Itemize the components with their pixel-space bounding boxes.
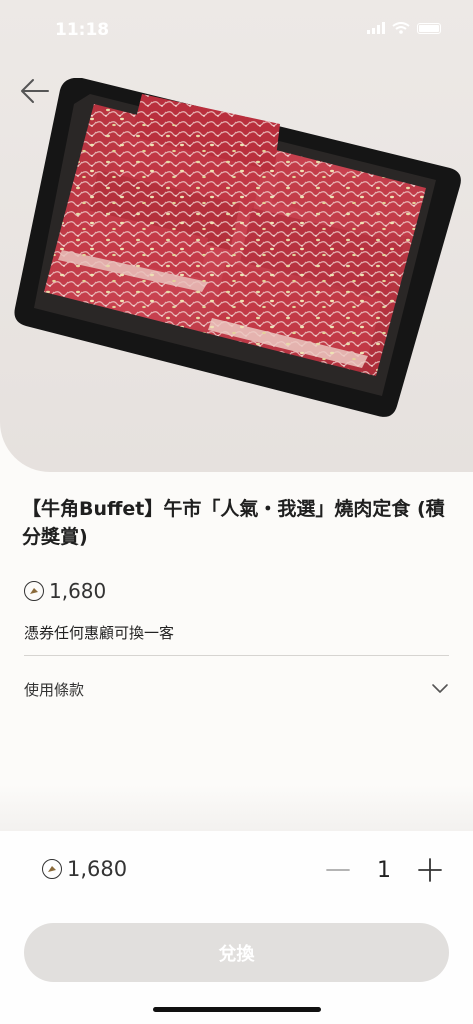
bottom-panel: 1,680 1 兌換: [0, 831, 473, 1024]
product-description: 憑券任何惠顧可換一客: [24, 624, 175, 642]
chevron-down-icon: [432, 684, 448, 693]
product-price-row: 1,680: [24, 579, 106, 603]
divider: [24, 655, 449, 656]
cellular-signal-icon: [367, 22, 385, 34]
redeem-button[interactable]: 兌換: [24, 923, 449, 982]
wifi-icon: [392, 22, 410, 34]
battery-icon: [417, 22, 441, 34]
home-indicator: [153, 1007, 321, 1012]
scroll-fade: [0, 785, 473, 831]
increase-quantity-button[interactable]: [415, 855, 445, 885]
terms-expander[interactable]: 使用條款: [24, 668, 449, 710]
decrease-quantity-button[interactable]: [323, 855, 353, 885]
total-price-row: 1,680: [42, 857, 127, 881]
minus-icon: [326, 869, 350, 871]
status-time: 11:18: [55, 20, 110, 40]
total-price: 1,680: [67, 857, 128, 881]
quantity-stepper: 1: [323, 855, 445, 885]
product-title: 【牛角Buffet】午市「人氣・我選」燒肉定食 (積分獎賞): [22, 498, 445, 548]
status-icons: [367, 22, 441, 34]
terms-label: 使用條款: [24, 680, 85, 699]
status-bar: 11:18: [0, 0, 473, 60]
plus-icon: [418, 858, 442, 882]
beef-tray-image: [14, 78, 461, 417]
quantity-value: 1: [377, 857, 391, 883]
points-coin-icon: [42, 859, 62, 879]
points-coin-icon: [24, 581, 44, 601]
product-image-area: 11:18: [0, 0, 473, 472]
product-price: 1,680: [49, 579, 107, 603]
